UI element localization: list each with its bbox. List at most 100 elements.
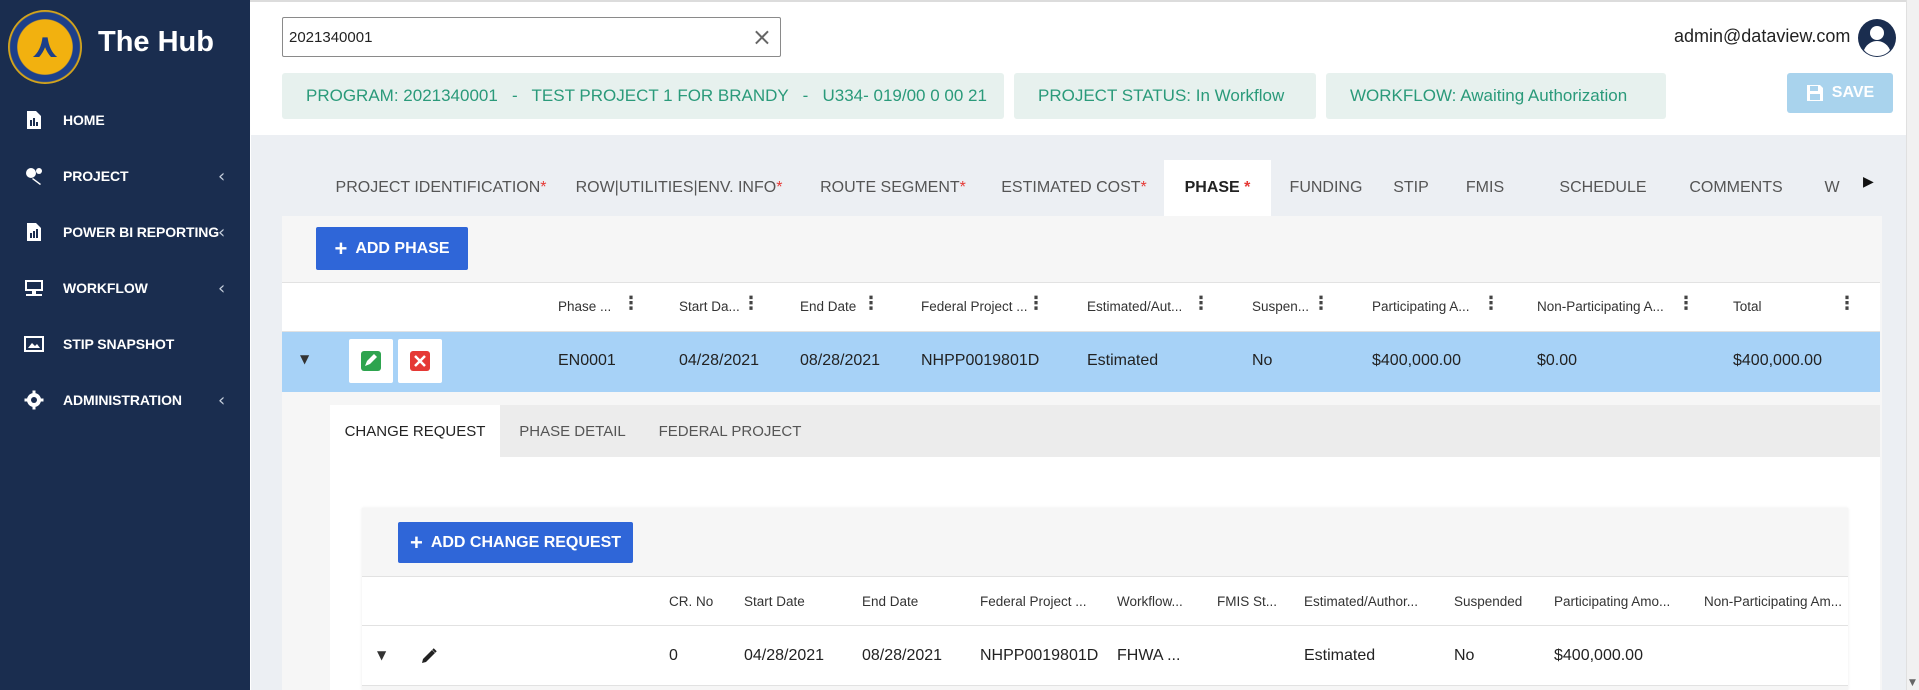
expand-toggle-icon[interactable]: ▼ [300, 352, 309, 366]
program-search-input[interactable]: 2021340001 × [282, 17, 781, 57]
report-icon [27, 223, 41, 241]
column-header[interactable]: Participating Amo... [1554, 594, 1670, 609]
phase-cell: EN0001 [558, 352, 616, 369]
app-title: The Hub [98, 26, 214, 58]
total-cell: $400,000.00 [1733, 352, 1822, 369]
phase-delete-icon [410, 351, 430, 371]
save-button[interactable]: SAVE [1787, 73, 1893, 113]
column-header[interactable]: CR. No [669, 594, 713, 609]
brand[interactable]: ⋏ The Hub [0, 0, 250, 100]
snapshot-icon [24, 336, 44, 352]
tab-row-utilities-env-info[interactable]: ROW|UTILITIES|ENV. INFO * [576, 160, 783, 216]
column-header[interactable]: Start Date [744, 594, 805, 609]
tab-federal-project[interactable]: FEDERAL PROJECT [650, 405, 810, 457]
column-header[interactable]: Suspended [1454, 594, 1522, 609]
tab-stip[interactable]: STIP [1381, 160, 1441, 216]
sidebar-item-label: PROJECT [63, 168, 129, 184]
suspended-cell: No [1454, 647, 1475, 664]
tab-change-request[interactable]: CHANGE REQUEST [330, 405, 500, 457]
column-header[interactable]: Non-Participating Am... [1704, 594, 1842, 609]
expand-toggle-icon[interactable]: ▼ [377, 648, 386, 662]
table-row[interactable]: ▼ EN0001 04/28/2021 08/28/2021 NHPP00198… [282, 332, 1880, 392]
floppy-disk-icon [1806, 85, 1823, 101]
tab-label: COMMENTS [1689, 179, 1783, 196]
column-menu-icon[interactable]: ⋮ [622, 295, 640, 313]
column-menu-icon[interactable]: ⋮ [862, 295, 880, 313]
start-date-cell: 04/28/2021 [744, 647, 825, 664]
tab-phase[interactable]: PHASE * [1164, 160, 1271, 216]
tab-funding[interactable]: FUNDING [1281, 160, 1371, 216]
tab-phase-detail[interactable]: PHASE DETAIL [505, 405, 640, 457]
sidebar-item-administration[interactable]: ADMINISTRATION ‹ [0, 378, 250, 422]
tab-fmis[interactable]: FMIS [1455, 160, 1515, 216]
sidebar-item-label: STIP SNAPSHOT [63, 336, 175, 352]
tab-estimated-cost[interactable]: ESTIMATED COST * [1001, 160, 1147, 216]
end-date-cell: 08/28/2021 [800, 352, 881, 369]
workflow-cell: FHWA ... [1117, 647, 1181, 664]
program-info: PROGRAM: 2021340001 - TEST PROJECT 1 FOR… [282, 73, 1004, 119]
column-header[interactable]: Non-Participating A... [1537, 299, 1664, 314]
chevron-left-icon: ‹ [218, 165, 226, 187]
column-header[interactable]: Estimated/Aut... [1087, 299, 1182, 314]
column-header[interactable]: Federal Project ... [980, 594, 1087, 609]
chevron-left-icon: ‹ [218, 389, 226, 411]
scroll-down-icon[interactable]: ▼ [1909, 678, 1916, 688]
sidebar-item-label: HOME [63, 112, 105, 128]
column-header[interactable]: Federal Project ... [921, 299, 1028, 314]
page-scrollbar[interactable]: ▼ [1906, 0, 1919, 690]
window-top-border [0, 0, 1919, 2]
tab-route-segment[interactable]: ROUTE SEGMENT * [820, 160, 966, 216]
column-menu-icon[interactable]: ⋮ [1482, 295, 1500, 313]
phase-grid-header: Phase ... ⋮ Start Da... ⋮ End Date ⋮ Federa… [282, 282, 1880, 332]
sidebar-item-home[interactable]: HOME [0, 98, 250, 142]
column-header[interactable]: FMIS St... [1217, 594, 1277, 609]
sidebar-item-power-bi-reporting[interactable]: POWER BI REPORTING ‹ [0, 210, 250, 254]
tab-label: ESTIMATED COST [1001, 179, 1141, 196]
column-header[interactable]: Total [1733, 299, 1762, 314]
column-header[interactable]: Start Da... [679, 299, 740, 314]
sidebar-item-workflow[interactable]: WORKFLOW ‹ [0, 266, 250, 310]
column-menu-icon[interactable]: ⋮ [1677, 295, 1695, 313]
column-header[interactable]: Suspen... [1252, 299, 1309, 314]
add-change-request-button[interactable]: + ADD CHANGE REQUEST [398, 522, 633, 563]
tab-label: ROW|UTILITIES|ENV. INFO [575, 179, 777, 196]
required-marker: * [540, 179, 547, 196]
add-phase-button[interactable]: + ADD PHASE [316, 227, 468, 270]
column-menu-icon[interactable]: ⋮ [742, 295, 760, 313]
sidebar-item-stip-snapshot[interactable]: STIP SNAPSHOT [0, 322, 250, 366]
tab-schedule[interactable]: SCHEDULE [1553, 160, 1653, 216]
column-header[interactable]: Participating A... [1372, 299, 1470, 314]
tab-label: PROJECT IDENTIFICATION [335, 179, 541, 196]
sidebar: ⋏ The Hub HOME PROJECT ‹ POWER BI REPORT… [0, 0, 250, 690]
column-header[interactable]: Workflow... [1117, 594, 1183, 609]
table-row[interactable]: ▼ 0 04/28/2021 08/28/2021 NHPP0019801D F… [362, 626, 1848, 686]
plus-icon: + [334, 235, 348, 261]
pencil-icon[interactable] [419, 646, 439, 666]
column-menu-icon[interactable]: ⋮ [1192, 295, 1210, 313]
column-header[interactable]: End Date [862, 594, 918, 609]
participating-cell: $400,000.00 [1554, 647, 1643, 664]
user-email: admin@dataview.com [1674, 26, 1851, 46]
tab-overflow[interactable]: W [1815, 160, 1849, 216]
tab-label: FMIS [1465, 179, 1505, 196]
tab-project-identification[interactable]: PROJECT IDENTIFICATION * [336, 160, 547, 216]
account-circle-icon[interactable] [1857, 18, 1897, 58]
tab-scroll-right-icon[interactable]: ▶ [1863, 174, 1874, 190]
column-header[interactable]: Estimated/Author... [1304, 594, 1418, 609]
edit-phase-button[interactable] [349, 339, 393, 383]
column-header[interactable]: End Date [800, 299, 856, 314]
column-menu-icon[interactable]: ⋮ [1838, 295, 1856, 313]
column-menu-icon[interactable]: ⋮ [1027, 295, 1045, 313]
participating-cell: $400,000.00 [1372, 352, 1461, 369]
federal-project-cell: NHPP0019801D [921, 352, 1040, 369]
sidebar-item-project[interactable]: PROJECT ‹ [0, 154, 250, 198]
clear-icon[interactable]: × [752, 23, 772, 51]
tab-label: ROUTE SEGMENT [820, 179, 960, 196]
delete-phase-button[interactable] [398, 339, 442, 383]
column-header[interactable]: Phase ... [558, 299, 611, 314]
tab-comments[interactable]: COMMENTS [1683, 160, 1789, 216]
required-marker: * [1244, 179, 1251, 196]
save-label: SAVE [1831, 84, 1875, 101]
sidebar-item-label: POWER BI REPORTING [63, 224, 220, 240]
column-menu-icon[interactable]: ⋮ [1312, 295, 1330, 313]
